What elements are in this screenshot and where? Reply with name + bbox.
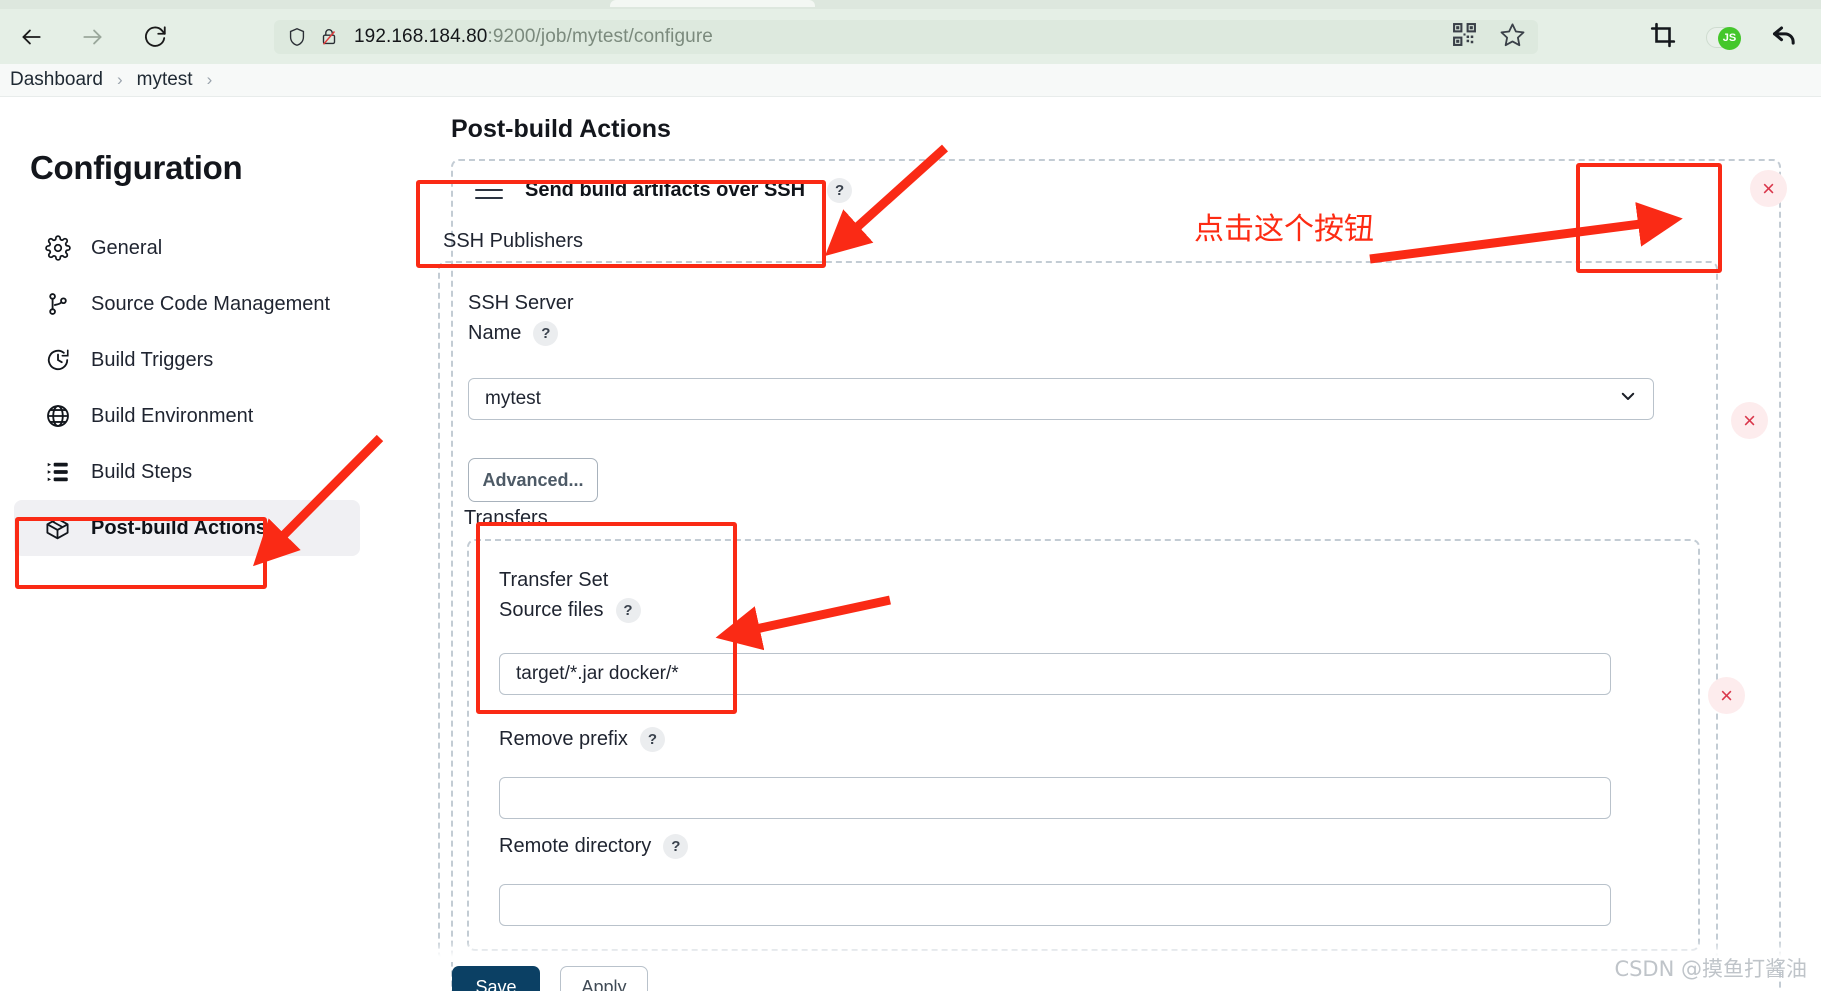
url-host: 192.168.184.80 bbox=[354, 26, 488, 47]
ssh-server-group-label: SSH Server bbox=[468, 292, 574, 314]
globe-icon bbox=[44, 403, 71, 430]
reload-icon[interactable] bbox=[138, 20, 172, 54]
drag-handle-icon[interactable] bbox=[475, 181, 503, 199]
lock-slashed-icon bbox=[318, 26, 340, 48]
sidebar-item-source-code-management[interactable]: Source Code Management bbox=[14, 276, 360, 332]
transfers-label: Transfers bbox=[464, 507, 548, 529]
ssh-server-panel: SSH Server Name ? mytest Advanced... Tra bbox=[438, 261, 1718, 961]
sidebar-item-build-steps[interactable]: Build Steps bbox=[14, 444, 360, 500]
sidebar: Configuration General Source Code Manage… bbox=[0, 97, 415, 991]
sidebar-item-label: Post-build Actions bbox=[91, 516, 267, 539]
screenshot-root: 192.168.184.80:9200/job/mytest/configure… bbox=[0, 0, 1821, 991]
remove-prefix-label: Remove prefix bbox=[499, 728, 628, 750]
ssh-publishers-label: SSH Publishers bbox=[443, 230, 584, 252]
remove-prefix-input[interactable] bbox=[499, 777, 1611, 819]
breadcrumb-separator-2: › bbox=[206, 70, 213, 89]
url-path: :9200/job/mytest/configure bbox=[487, 26, 713, 47]
section-title: Send build artifacts over SSH bbox=[525, 178, 806, 201]
source-files-label: Source files bbox=[499, 599, 604, 621]
advanced-button[interactable]: Advanced... bbox=[468, 458, 598, 502]
chevron-down-icon bbox=[1619, 387, 1637, 411]
browser-toolbar: 192.168.184.80:9200/job/mytest/configure… bbox=[0, 9, 1821, 64]
help-icon[interactable]: ? bbox=[827, 177, 853, 203]
address-bar[interactable]: 192.168.184.80:9200/job/mytest/configure bbox=[274, 20, 1538, 54]
sidebar-item-build-triggers[interactable]: Build Triggers bbox=[14, 332, 360, 388]
browser-tabstrip bbox=[0, 0, 1821, 9]
navigation-buttons bbox=[14, 20, 172, 54]
crop-icon[interactable] bbox=[1650, 22, 1676, 53]
transfer-set-label: Transfer Set bbox=[499, 569, 609, 591]
sidebar-item-label: Source Code Management bbox=[91, 292, 331, 315]
save-button[interactable]: Save bbox=[452, 966, 540, 991]
addressbar-actions bbox=[1452, 21, 1526, 53]
sidebar-item-label: Build Environment bbox=[91, 404, 254, 427]
annotation-callout-text: 点击这个按钮 bbox=[1194, 212, 1374, 247]
package-icon bbox=[44, 515, 71, 542]
git-branch-icon bbox=[44, 291, 71, 318]
source-files-input[interactable] bbox=[499, 653, 1611, 695]
sidebar-item-label: Build Steps bbox=[91, 460, 193, 483]
breadcrumb-separator: › bbox=[116, 70, 123, 89]
browser-tab[interactable] bbox=[610, 0, 815, 7]
sidebar-item-label: Build Triggers bbox=[91, 348, 214, 371]
gear-icon bbox=[44, 235, 71, 262]
remove-ssh-server-button[interactable]: × bbox=[1731, 402, 1768, 439]
main-page-title: Post-build Actions bbox=[451, 115, 671, 143]
help-icon[interactable]: ? bbox=[615, 597, 641, 623]
browser-extension-icons: JS bbox=[1650, 20, 1799, 54]
remote-directory-label: Remote directory bbox=[499, 835, 652, 857]
qr-code-icon[interactable] bbox=[1452, 22, 1477, 52]
clock-icon bbox=[44, 347, 71, 374]
help-icon[interactable]: ? bbox=[533, 320, 559, 346]
back-arrow-icon[interactable] bbox=[14, 20, 48, 54]
js-toggle-badge: JS bbox=[1718, 26, 1741, 50]
shield-icon bbox=[286, 26, 308, 48]
form-footer: Save Apply bbox=[452, 966, 648, 991]
transfer-set-panel: Transfer Set Source files ? Remove prefi… bbox=[467, 539, 1700, 951]
js-toggle[interactable]: JS bbox=[1706, 26, 1741, 50]
url-text: 192.168.184.80:9200/job/mytest/configure bbox=[354, 26, 713, 48]
remote-directory-input[interactable] bbox=[499, 884, 1611, 926]
breadcrumb-item-dashboard[interactable]: Dashboard bbox=[10, 69, 103, 91]
star-icon[interactable] bbox=[1499, 21, 1526, 53]
sidebar-list: General Source Code Management Build Tri… bbox=[0, 220, 415, 556]
sidebar-item-post-build-actions[interactable]: Post-build Actions bbox=[14, 500, 360, 556]
forward-arrow-icon[interactable] bbox=[76, 20, 110, 54]
breadcrumb-item-mytest[interactable]: mytest bbox=[137, 69, 193, 91]
page-title: Configuration bbox=[30, 149, 243, 186]
undo-arrow-icon[interactable] bbox=[1771, 21, 1799, 54]
sidebar-item-label: General bbox=[91, 236, 163, 259]
remove-section-button[interactable]: × bbox=[1750, 170, 1787, 207]
help-icon[interactable]: ? bbox=[639, 726, 665, 752]
sidebar-item-general[interactable]: General bbox=[14, 220, 360, 276]
watermark: CSDN @摸鱼打酱油 bbox=[1614, 957, 1807, 981]
main-content: Post-build Actions Send build artifacts … bbox=[415, 97, 1821, 991]
apply-button[interactable]: Apply bbox=[560, 966, 648, 991]
ssh-server-select[interactable]: mytest bbox=[468, 378, 1654, 420]
breadcrumb: Dashboard › mytest › bbox=[0, 64, 1821, 97]
list-icon bbox=[44, 459, 71, 486]
ssh-server-selected-value: mytest bbox=[485, 388, 541, 409]
remove-transfer-set-button[interactable]: × bbox=[1708, 677, 1745, 714]
sidebar-item-build-environment[interactable]: Build Environment bbox=[14, 388, 360, 444]
section-header-send-build-artifacts[interactable]: Send build artifacts over SSH ? bbox=[451, 159, 1781, 221]
ssh-server-name-label: Name bbox=[468, 322, 522, 344]
content-fade bbox=[415, 940, 1821, 962]
help-icon[interactable]: ? bbox=[663, 833, 689, 859]
